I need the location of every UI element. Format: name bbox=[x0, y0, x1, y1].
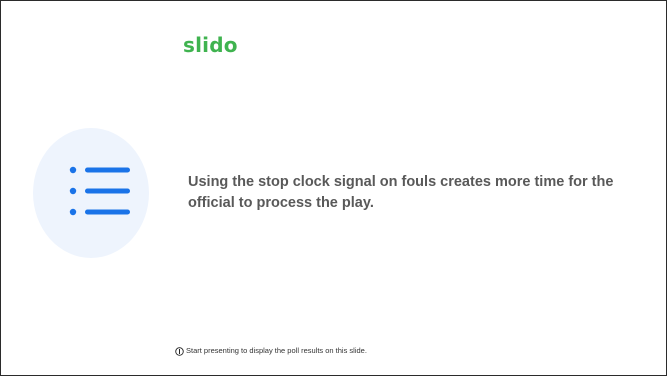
presenting-hint: Start presenting to display the poll res… bbox=[175, 346, 367, 356]
info-icon bbox=[175, 346, 184, 356]
presenting-hint-text: Start presenting to display the poll res… bbox=[186, 346, 367, 355]
poll-question-text: Using the stop clock signal on fouls cre… bbox=[188, 174, 614, 211]
slido-logo: slido bbox=[183, 33, 238, 57]
list-icon bbox=[69, 166, 130, 216]
slide: slido Using the stop clock signal on fou… bbox=[0, 0, 667, 376]
poll-icon-badge bbox=[33, 128, 149, 258]
